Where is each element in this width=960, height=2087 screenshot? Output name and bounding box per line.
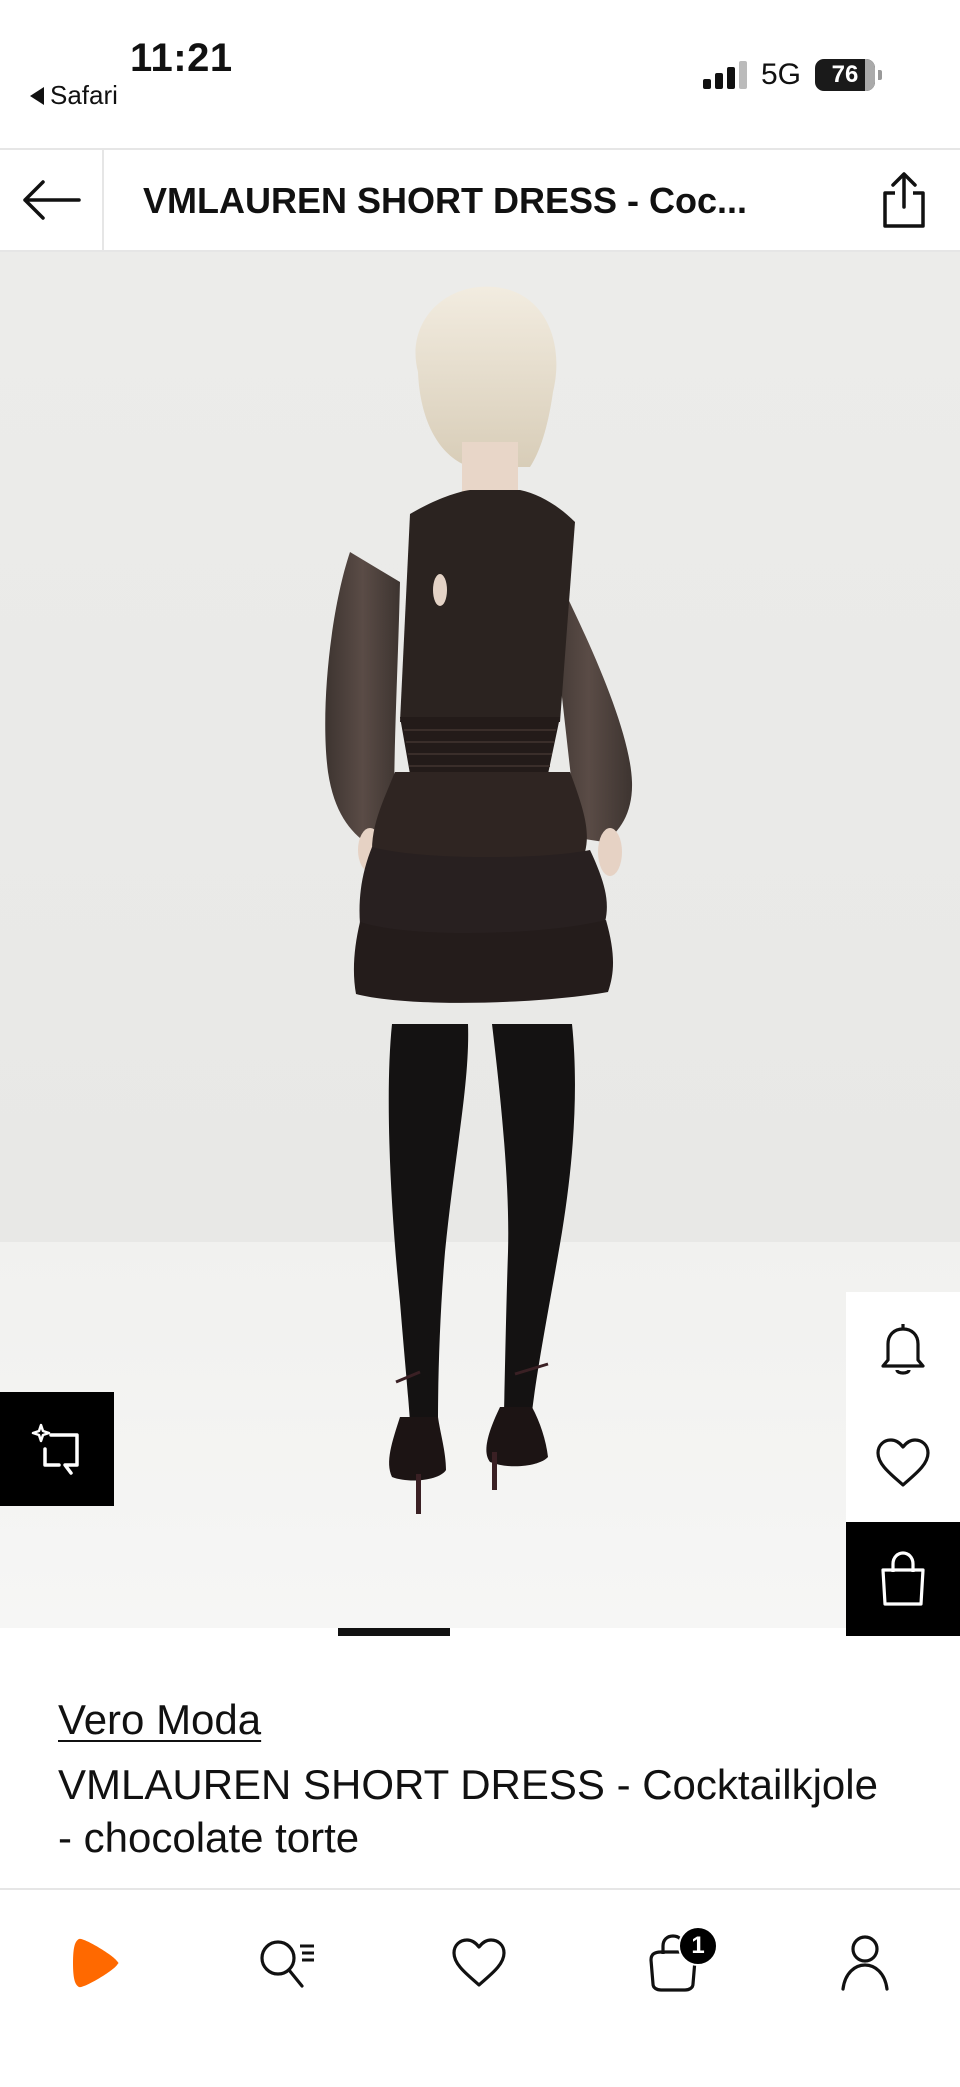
bell-icon bbox=[881, 1324, 925, 1375]
product-photo-model bbox=[325, 286, 633, 1514]
profile-icon bbox=[841, 1935, 889, 1991]
shopping-bag-icon bbox=[881, 1551, 925, 1606]
nav-profile[interactable] bbox=[820, 1918, 910, 2008]
back-to-safari-link[interactable]: Safari bbox=[30, 80, 118, 111]
find-similar-button[interactable] bbox=[0, 1392, 114, 1506]
status-bar: 11:21 Safari 5G 76 bbox=[0, 0, 960, 148]
signal-icon bbox=[702, 61, 747, 89]
back-arrow-icon bbox=[23, 180, 81, 220]
product-name: VMLAUREN SHORT DRESS - Cocktailkjole - c… bbox=[58, 1761, 878, 1861]
back-triangle-icon bbox=[30, 86, 44, 105]
nav-wishlist[interactable] bbox=[434, 1918, 524, 2008]
product-image-gallery[interactable] bbox=[0, 252, 960, 1628]
status-time: 11:21 bbox=[130, 36, 233, 80]
add-to-wishlist-button[interactable] bbox=[846, 1404, 960, 1522]
nav-search[interactable] bbox=[242, 1918, 332, 2008]
gallery-pager-indicator bbox=[338, 1628, 450, 1636]
share-button[interactable] bbox=[872, 168, 936, 232]
status-indicators: 5G 76 bbox=[702, 58, 882, 92]
back-button[interactable] bbox=[0, 150, 104, 250]
back-app-label: Safari bbox=[50, 80, 118, 110]
heart-icon bbox=[876, 1438, 930, 1487]
bag-count-badge: 1 bbox=[678, 1926, 718, 1966]
nav-bag[interactable]: 1 bbox=[628, 1918, 718, 2008]
bottom-navigation: 1 bbox=[0, 1888, 960, 2087]
nav-home[interactable] bbox=[50, 1918, 140, 2008]
wishlist-heart-icon bbox=[452, 1938, 506, 1987]
add-to-bag-button[interactable] bbox=[846, 1522, 960, 1636]
page-title: VMLAUREN SHORT DRESS - Coc... bbox=[143, 180, 748, 221]
battery-level: 76 bbox=[831, 61, 859, 88]
zalando-logo-icon bbox=[73, 1938, 119, 1988]
notify-button[interactable] bbox=[846, 1292, 960, 1404]
brand-link[interactable]: Vero Moda bbox=[58, 1696, 261, 1744]
product-header: VMLAUREN SHORT DRESS - Coc... bbox=[0, 148, 960, 252]
search-icon bbox=[260, 1940, 314, 1988]
network-label: 5G bbox=[760, 58, 801, 91]
battery-icon: 76 bbox=[815, 59, 882, 91]
similar-items-icon bbox=[31, 1423, 79, 1475]
share-icon bbox=[883, 172, 925, 228]
